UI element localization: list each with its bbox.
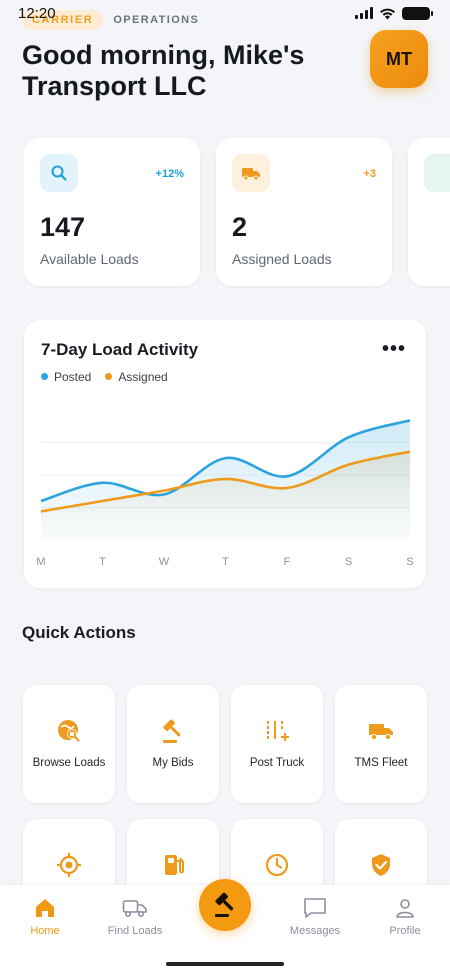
truck-icon [232, 154, 270, 192]
stat-value: 147 [40, 212, 86, 242]
load-activity-chart-card: 7-Day Load Activity ••• Posted Assigned … [24, 320, 426, 588]
nav-label: Messages [289, 925, 341, 937]
quick-actions-title: Quick Actions [22, 623, 136, 642]
battery-icon [402, 6, 433, 20]
home-indicator [166, 962, 284, 966]
avatar[interactable]: MT [370, 30, 428, 88]
bids-fab-button[interactable] [199, 879, 251, 931]
stat-card-assigned-loads[interactable]: +3 2 Assigned Loads [216, 138, 392, 286]
shield-check-icon [368, 852, 394, 878]
fuel-icon [160, 852, 186, 878]
nav-label: Profile [389, 925, 421, 937]
quick-action-my-bids[interactable]: My Bids [127, 685, 219, 803]
search-icon [40, 154, 78, 192]
avatar-initials: MT [386, 48, 412, 69]
x-tick-label: S [406, 556, 413, 568]
greeting-title: Good morning, Mike's Transport LLC [22, 40, 305, 101]
status-bar: 12:20 [0, 0, 450, 26]
quick-action-label: TMS Fleet [354, 757, 408, 769]
nav-item-profile[interactable]: Profile [365, 897, 445, 937]
home-icon [36, 899, 54, 917]
quick-action-label: Browse Loads [32, 757, 106, 769]
stat-delta: +3 [363, 168, 376, 180]
x-tick-label: T [99, 556, 106, 568]
quick-action-label: Post Truck [249, 757, 305, 769]
status-icons [355, 6, 433, 20]
nav-label: Home [30, 925, 60, 937]
truck-icon [368, 718, 394, 744]
truck-icon [122, 900, 147, 918]
quick-action-tms-fleet[interactable]: TMS Fleet [335, 685, 427, 803]
post-truck-icon [264, 718, 290, 744]
x-tick-label: M [36, 556, 45, 568]
stat-card-available-loads[interactable]: +12% 147 Available Loads [24, 138, 200, 286]
wifi-icon [380, 8, 395, 19]
nav-item-messages[interactable]: Messages [275, 897, 355, 937]
stat-card-partial[interactable] [408, 138, 450, 286]
bottom-navigation: Home Find Loads Messages Profile [0, 879, 450, 975]
stat-label: Assigned Loads [232, 251, 332, 267]
target-icon [56, 852, 82, 878]
x-tick-label: S [345, 556, 352, 568]
browse-loads-icon [56, 718, 82, 744]
nav-item-home[interactable]: Home [5, 897, 85, 937]
quick-action-label: My Bids [152, 757, 194, 769]
x-tick-label: F [284, 556, 291, 568]
nav-item-find-loads[interactable]: Find Loads [95, 897, 175, 937]
nav-label: Find Loads [107, 925, 163, 937]
signal-icon [355, 7, 373, 19]
gavel-icon [160, 718, 186, 744]
user-icon [396, 899, 414, 918]
stats-row: +12% 147 Available Loads +3 2 Assigned L… [24, 138, 450, 288]
stat-delta: +12% [155, 168, 184, 180]
message-icon [304, 898, 326, 918]
chart-plot: MTWTFSS [36, 419, 414, 568]
stat-value: 2 [232, 212, 248, 242]
quick-action-post-truck[interactable]: Post Truck [231, 685, 323, 803]
quick-action-browse-loads[interactable]: Browse Loads [23, 685, 115, 803]
gavel-icon [215, 892, 234, 917]
stat-label: Available Loads [40, 251, 139, 267]
stat-icon [424, 154, 450, 192]
clock-icon [264, 852, 290, 878]
x-tick-label: T [222, 556, 229, 568]
x-tick-label: W [159, 556, 170, 568]
status-time: 12:20 [18, 4, 56, 22]
